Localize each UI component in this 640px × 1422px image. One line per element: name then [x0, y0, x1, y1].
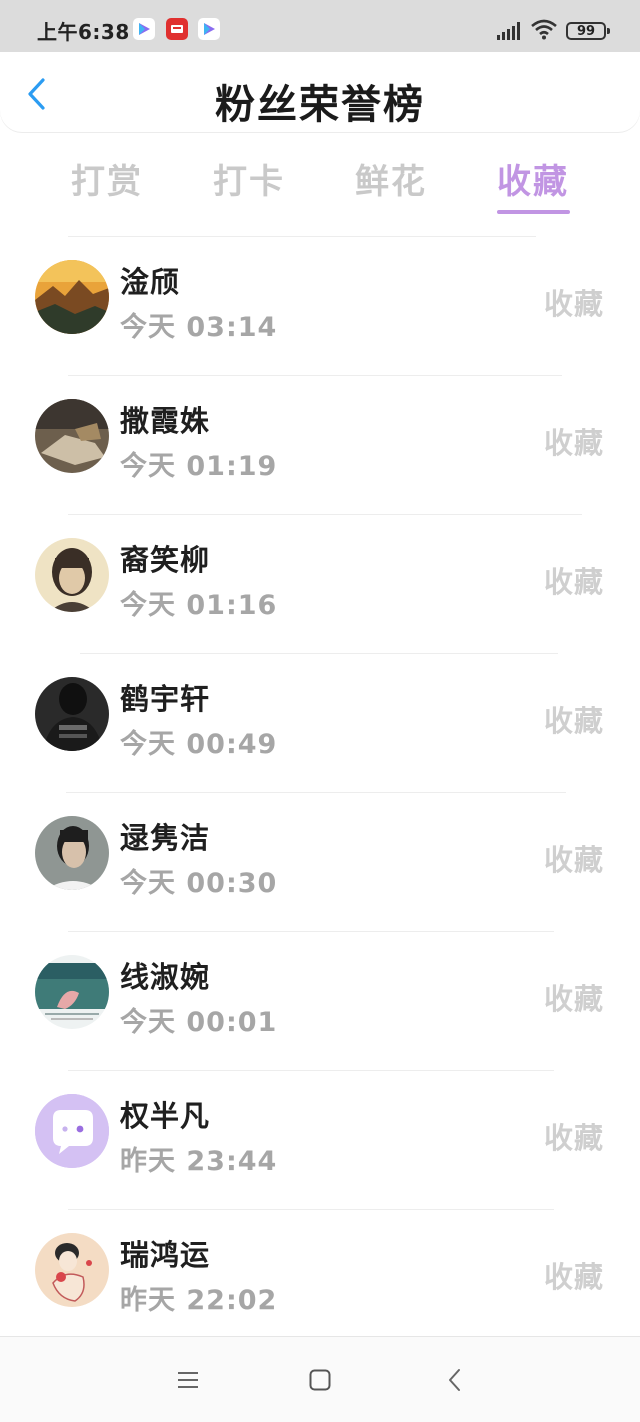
status-bar: 上午6:38 99: [0, 0, 640, 52]
status-time: 上午6:38: [37, 20, 130, 44]
list-item[interactable]: 瑞鸿运 昨天 22:02 收藏: [0, 1210, 640, 1349]
list-item[interactable]: 逯隽洁 今天 00:30 收藏: [0, 793, 640, 932]
list-item[interactable]: 淦颀 今天 03:14 收藏: [0, 237, 640, 376]
action-type-label: 收藏: [543, 287, 604, 321]
default-chat-avatar: [35, 1094, 109, 1168]
fan-name: 淦颀: [120, 265, 181, 299]
fan-time: 今天 00:30: [120, 868, 278, 899]
fan-time: 今天 01:16: [120, 590, 278, 621]
landscape-avatar: [35, 260, 109, 334]
dark-portrait-avatar: [35, 677, 109, 751]
fan-time: 今天 03:14: [120, 312, 278, 343]
list-item[interactable]: 权半凡 昨天 23:44 收藏: [0, 1071, 640, 1210]
fan-name: 瑞鸿运: [120, 1238, 211, 1272]
tab-checkin[interactable]: 打卡: [213, 154, 285, 203]
play-app-icon: [133, 18, 155, 40]
fan-name: 线淑婉: [120, 960, 211, 994]
menu-icon: [178, 1372, 198, 1388]
back-nav-button[interactable]: [440, 1365, 470, 1395]
play-app-icon: [198, 18, 220, 40]
header: 粉丝荣誉榜: [0, 52, 640, 132]
menu-button[interactable]: [173, 1365, 203, 1395]
fan-name: 逯隽洁: [120, 821, 211, 855]
list-item[interactable]: 裔笑柳 今天 01:16 收藏: [0, 515, 640, 654]
news-app-icon: [166, 18, 188, 40]
fan-name: 鹤宇轩: [120, 682, 211, 716]
fan-name: 裔笑柳: [120, 543, 211, 577]
action-type-label: 收藏: [543, 982, 604, 1016]
battery-level: 99: [576, 23, 596, 39]
home-button[interactable]: [305, 1365, 335, 1395]
list-item[interactable]: 鹤宇轩 今天 00:49 收藏: [0, 654, 640, 793]
fan-name: 权半凡: [120, 1099, 211, 1133]
signal-icon: [497, 22, 520, 40]
portrait-avatar: [35, 538, 109, 612]
scenery-avatar: [35, 955, 109, 1029]
action-type-label: 收藏: [543, 1260, 604, 1294]
fan-time: 昨天 22:02: [120, 1285, 278, 1316]
battery-indicator: 99: [566, 22, 610, 40]
system-nav-bar: [0, 1336, 640, 1422]
fan-name: 撒霞姝: [120, 404, 211, 438]
tab-favorites[interactable]: 收藏: [497, 154, 569, 203]
illustration-avatar: [35, 1233, 109, 1307]
action-type-label: 收藏: [543, 426, 604, 460]
back-chevron-icon: [449, 1369, 460, 1391]
action-type-label: 收藏: [543, 843, 604, 877]
list-item[interactable]: 撒霞姝 今天 01:19 收藏: [0, 376, 640, 515]
fan-time: 今天 01:19: [120, 451, 278, 482]
action-type-label: 收藏: [543, 1121, 604, 1155]
tab-flowers[interactable]: 鲜花: [355, 154, 427, 203]
wifi-icon: [531, 19, 557, 40]
home-square-icon: [309, 1369, 331, 1391]
portrait-avatar: [35, 816, 109, 890]
fan-time: 昨天 23:44: [120, 1146, 278, 1177]
action-type-label: 收藏: [543, 565, 604, 599]
action-type-label: 收藏: [543, 704, 604, 738]
page-title: 粉丝荣誉榜: [215, 82, 425, 128]
photo-avatar: [35, 399, 109, 473]
tab-reward[interactable]: 打赏: [71, 154, 143, 203]
tab-bar: 打赏 打卡 鲜花 收藏: [0, 150, 640, 218]
active-tab-indicator: [497, 210, 570, 214]
fan-time: 今天 00:49: [120, 729, 278, 760]
list-item[interactable]: 线淑婉 今天 00:01 收藏: [0, 932, 640, 1071]
fan-time: 今天 00:01: [120, 1007, 278, 1038]
